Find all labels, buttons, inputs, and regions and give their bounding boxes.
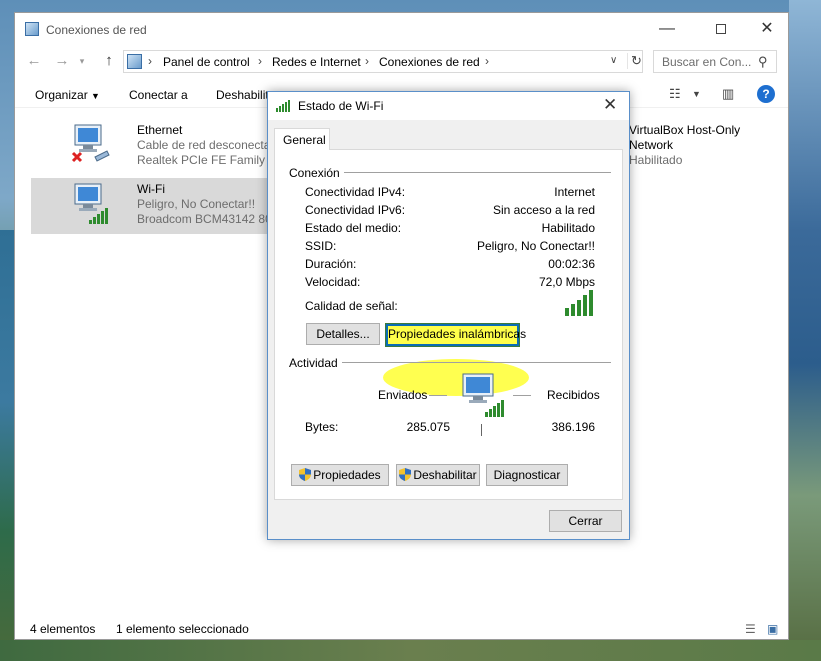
status-bar: 4 elementos 1 elemento seleccionado ☰ ▣	[15, 619, 788, 641]
computer-activity-icon	[462, 373, 504, 417]
bytes-sent-value: 285.075	[406, 420, 450, 434]
properties-label: Propiedades	[313, 468, 381, 482]
bytes-label: Bytes:	[305, 420, 339, 434]
forward-arrow-icon[interactable]: →	[53, 52, 71, 70]
view-options-chevron-icon[interactable]: ▼	[692, 89, 701, 99]
sent-label: Enviados	[378, 388, 428, 402]
connection-name: Wi-Fi	[137, 182, 165, 196]
connection-status: Cable de red desconectado	[137, 138, 284, 152]
connection-item-wifi[interactable]: Wi-Fi Peligro, No Conectar!! Broadcom BC…	[31, 178, 298, 234]
disable-label: Deshabilitar	[413, 468, 477, 482]
breadcrumb-conexiones-de-red[interactable]: Conexiones de red	[379, 55, 480, 69]
navigation-bar: ← → ▾ ↑ › Panel de control › Redes e Int…	[15, 50, 788, 74]
properties-button[interactable]: Propiedades	[291, 464, 389, 486]
item-count: 4 elementos	[30, 622, 96, 636]
desktop-background	[789, 0, 821, 661]
media-state-value: Habilitado	[541, 221, 595, 235]
ssid-value: Peligro, No Conectar!!	[476, 239, 595, 253]
up-arrow-icon[interactable]: ↑	[100, 52, 118, 70]
maximize-icon	[716, 24, 726, 34]
activity-group-label: Actividad	[289, 356, 342, 370]
disable-button[interactable]: Deshabilitar	[396, 464, 480, 486]
uac-shield-icon	[399, 468, 412, 481]
signal-strength-icon	[565, 290, 593, 316]
wireless-properties-button[interactable]: Propiedades inalámbricas	[385, 323, 526, 347]
disable-device-button[interactable]: Deshabilit	[216, 88, 269, 102]
connection-item-virtualbox[interactable]: VirtualBox Host-Only Network Habilitado	[615, 119, 785, 175]
window-title: Conexiones de red	[46, 23, 147, 37]
ssid-label: SSID:	[305, 239, 337, 253]
duration-value: 00:02:36	[548, 257, 595, 271]
change-view-icon[interactable]: ☷	[669, 86, 681, 102]
activity-line-right	[513, 395, 531, 396]
title-bar: Conexiones de red — ✕	[15, 13, 788, 45]
speed-label: Velocidad:	[305, 275, 361, 289]
chevron-right-icon[interactable]: ›	[258, 54, 262, 68]
desktop-background-bottom	[0, 640, 821, 661]
dialog-title: Estado de Wi-Fi	[298, 99, 384, 113]
search-placeholder: Buscar en Con...	[662, 55, 752, 69]
ipv6-value: Sin acceso a la red	[492, 203, 595, 217]
minimize-button[interactable]: —	[652, 19, 682, 39]
chevron-right-icon[interactable]: ›	[485, 54, 489, 68]
connect-to-button[interactable]: Conectar a	[129, 88, 188, 102]
received-label: Recibidos	[547, 388, 600, 402]
tab-label: General	[283, 133, 326, 147]
control-panel-icon	[25, 22, 39, 36]
media-state-label: Estado del medio:	[305, 221, 402, 235]
chevron-down-icon: ▼	[91, 91, 100, 101]
close-dialog-button[interactable]: Cerrar	[549, 510, 622, 532]
details-button[interactable]: Detalles...	[306, 323, 380, 345]
organize-label: Organizar	[35, 88, 88, 102]
selection-count: 1 elemento seleccionado	[116, 622, 249, 636]
recent-locations-chevron-icon[interactable]: ▾	[73, 52, 91, 70]
duration-label: Duración:	[305, 257, 357, 271]
large-icons-view-icon[interactable]: ▣	[767, 622, 778, 636]
speed-value: 72,0 Mbps	[538, 275, 595, 289]
control-panel-icon	[127, 54, 142, 69]
connection-name: VirtualBox Host-Only	[629, 123, 741, 137]
dialog-close-icon[interactable]: ✕	[603, 95, 617, 115]
ipv4-value: Internet	[554, 185, 595, 199]
activity-line-left	[429, 395, 447, 396]
uac-shield-icon	[299, 468, 312, 481]
search-input[interactable]: Buscar en Con... ⚲	[653, 50, 777, 73]
bytes-divider	[481, 424, 482, 436]
organize-menu[interactable]: Organizar ▼	[35, 88, 100, 102]
address-bar[interactable]: › Panel de control › Redes e Internet › …	[123, 50, 643, 73]
help-icon[interactable]: ?	[757, 85, 775, 103]
preview-pane-icon[interactable]: ▥	[722, 86, 734, 102]
chevron-right-icon[interactable]: ›	[148, 54, 152, 68]
close-button[interactable]: ✕	[752, 19, 782, 39]
connection-name-line2: Network	[629, 138, 674, 152]
signal-quality-label: Calidad de señal:	[305, 299, 398, 313]
wifi-status-dialog: Estado de Wi-Fi ✕ General Conexión Conec…	[267, 91, 630, 540]
chevron-down-icon[interactable]: ∨	[610, 55, 617, 66]
connection-group-label: Conexión	[289, 166, 344, 180]
ipv4-label: Conectividad IPv4:	[305, 185, 406, 199]
network-adapter-icon	[71, 124, 110, 163]
details-view-icon[interactable]: ☰	[745, 622, 756, 636]
search-icon[interactable]: ⚲	[758, 54, 768, 70]
ipv6-label: Conectividad IPv6:	[305, 203, 406, 217]
connection-name: Ethernet	[137, 123, 183, 137]
maximize-button[interactable]	[706, 19, 736, 39]
bytes-received-value: 386.196	[551, 420, 595, 434]
connection-item-ethernet[interactable]: Ethernet Cable de red desconectado Realt…	[31, 119, 300, 175]
back-arrow-icon[interactable]: ←	[25, 52, 43, 70]
connection-status: Peligro, No Conectar!!	[137, 197, 256, 211]
diagnose-button[interactable]: Diagnosticar	[486, 464, 568, 486]
chevron-right-icon[interactable]: ›	[365, 54, 369, 68]
breadcrumb-redes-e-internet[interactable]: Redes e Internet	[272, 55, 361, 69]
wifi-adapter-icon	[74, 183, 108, 224]
breadcrumb-panel-de-control[interactable]: Panel de control	[163, 55, 250, 69]
general-tab-page: Conexión Conectividad IPv4: Internet Con…	[274, 149, 623, 500]
dialog-title-bar: Estado de Wi-Fi ✕	[268, 92, 629, 120]
tab-general[interactable]: General	[274, 128, 330, 150]
wifi-signal-icon	[276, 100, 290, 112]
connection-status: Habilitado	[629, 153, 683, 167]
refresh-icon[interactable]: ↻	[627, 53, 642, 69]
